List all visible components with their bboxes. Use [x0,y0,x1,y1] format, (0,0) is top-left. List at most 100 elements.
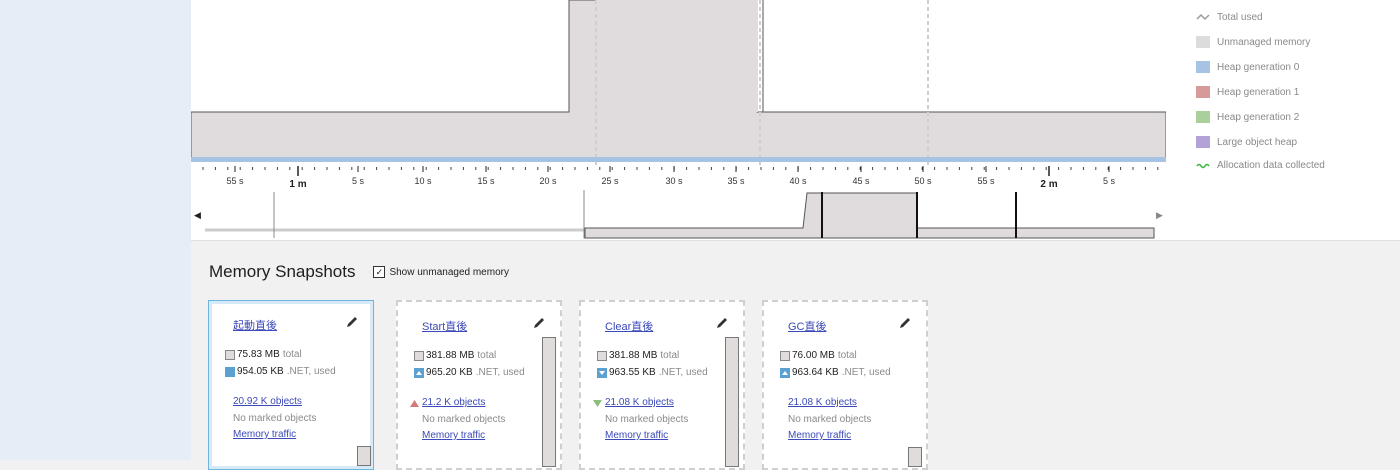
net-swatch [225,366,235,377]
net-value: 963.55 KB [609,367,656,378]
net-suffix: .NET, used [286,366,336,377]
memory-traffic-link[interactable]: Memory traffic [605,430,668,441]
objects-link[interactable]: 21.08 K objects [605,397,674,408]
total-value: 381.88 MB [426,350,475,361]
pencil-icon[interactable] [898,316,912,330]
memory-timeline[interactable]: 55 s 1 m 5 s 10 s 15 s 20 s 25 s 30 s 35 s 40 s 45… [190,0,1167,240]
minor-ticks [202,166,1159,176]
legend-item: Heap generation 1 [1196,83,1299,101]
snapshots-title: Memory Snapshots [209,262,356,281]
snapshot-card[interactable]: Start直後 381.88 MB total 965.20 KB .NET, … [396,300,562,470]
area-swatch-icon [1196,136,1210,148]
objects-link[interactable]: 20.92 K objects [233,396,302,407]
down-triangle-icon [593,400,602,407]
net-suffix: .NET, used [475,367,525,378]
card-scrollbar[interactable] [908,447,922,467]
total-swatch [597,350,607,361]
total-row: 381.88 MB total [597,350,679,361]
net-value: 963.64 KB [792,367,839,378]
legend-label: Heap generation 2 [1217,111,1300,123]
timeline-svg[interactable]: 55 s 1 m 5 s 10 s 15 s 20 s 25 s 30 s 35 s 40 s 45… [190,0,1167,240]
net-row: 963.64 KB .NET, used [780,367,891,378]
legend-item: Unmanaged memory [1196,33,1310,51]
tick-label: 50 s [914,176,932,186]
total-value: 75.83 MB [237,349,280,360]
snapshot-card[interactable]: Clear直後 381.88 MB total 963.55 KB .NET, … [579,300,745,470]
total-value: 381.88 MB [609,350,658,361]
tick-label: 55 s [977,176,995,186]
pencil-icon[interactable] [715,316,729,330]
memory-traffic-link[interactable]: Memory traffic [788,430,851,441]
tick-label: 10 s [414,176,432,186]
wave-swatch-icon [1196,163,1210,169]
scroll-left-icon[interactable]: ◀ [194,210,201,220]
total-swatch [780,350,790,361]
total-suffix: total [477,350,497,361]
total-suffix: total [660,350,680,361]
card-scrollbar[interactable] [725,337,739,467]
snapshot-name-link[interactable]: Clear直後 [605,318,653,334]
legend-label: Allocation data collected [1217,159,1325,171]
up-arrow-icon [780,367,790,378]
total-value: 76.00 MB [792,350,835,361]
checkbox-icon[interactable]: ✓ [373,266,386,278]
net-row: 965.20 KB .NET, used [414,367,525,378]
snapshot-name-link[interactable]: Start直後 [422,318,467,334]
tick-label: 40 s [789,176,807,186]
snapshot-name-link[interactable]: 起動直後 [233,317,277,333]
legend-item: Allocation data collected [1196,156,1325,174]
marked-objects-text: No marked objects [605,414,689,425]
net-value: 965.20 KB [426,367,473,378]
tick-label: 20 s [539,176,557,186]
snapshot-card[interactable]: 起動直後 75.83 MB total 954.05 KB .NET, used… [208,300,374,470]
net-row: 954.05 KB .NET, used [225,366,336,377]
tick-label: 15 s [477,176,495,186]
legend-label: Heap generation 1 [1217,86,1300,98]
pencil-icon[interactable] [532,316,546,330]
tick-label: 5 s [352,176,365,186]
objects-link[interactable]: 21.2 K objects [422,397,485,408]
net-row: 963.55 KB .NET, used [597,367,708,378]
legend-label: Unmanaged memory [1217,36,1311,48]
tick-label: 35 s [727,176,745,186]
tick-label: 55 s [226,176,244,186]
card-scrollbar[interactable] [542,337,556,467]
unmanaged-region [596,0,758,112]
pencil-icon[interactable] [345,315,359,329]
show-unmanaged-checkbox[interactable]: ✓ Show unmanaged memory [373,266,509,278]
tick-label: 45 s [852,176,870,186]
objects-link[interactable]: 21.08 K objects [788,397,857,408]
legend-item: Total used [1196,8,1263,26]
down-arrow-icon [597,367,607,378]
area-swatch-icon [1196,61,1210,73]
legend-label: Large object heap [1217,136,1298,148]
checkbox-label: Show unmanaged memory [389,266,509,278]
legend-label: Total used [1217,11,1263,23]
total-row: 381.88 MB total [414,350,496,361]
snapshot-card[interactable]: GC直後 76.00 MB total 963.64 KB .NET, used… [762,300,928,470]
total-swatch [225,349,235,360]
total-suffix: total [282,349,302,360]
up-arrow-icon [414,367,424,378]
scroll-right-icon[interactable]: ▶ [1156,210,1163,220]
area-swatch-icon [1196,86,1210,98]
chart-legend: Total used Unmanaged memory Heap generat… [1166,0,1400,240]
snapshot-name-link[interactable]: GC直後 [788,318,827,334]
memory-traffic-link[interactable]: Memory traffic [233,429,296,440]
legend-item: Heap generation 0 [1196,58,1299,76]
section-divider [191,240,1400,241]
net-suffix: .NET, used [658,367,708,378]
legend-item: Heap generation 2 [1196,108,1299,126]
marked-objects-text: No marked objects [788,414,872,425]
up-triangle-icon [410,400,419,407]
memory-traffic-link[interactable]: Memory traffic [422,430,485,441]
snapshots-header: Memory Snapshots ✓ Show unmanaged memory [209,262,509,282]
tick-labels: 55 s 1 m 5 s 10 s 15 s 20 s 25 s 30 s 35 s 40 s 45… [226,176,1115,190]
tick-label: 30 s [665,176,683,186]
total-row: 76.00 MB total [780,350,857,361]
net-suffix: .NET, used [841,367,891,378]
marked-objects-text: No marked objects [233,413,317,424]
left-pane [0,0,191,460]
card-scrollbar[interactable] [357,446,371,466]
tick-label: 25 s [601,176,619,186]
